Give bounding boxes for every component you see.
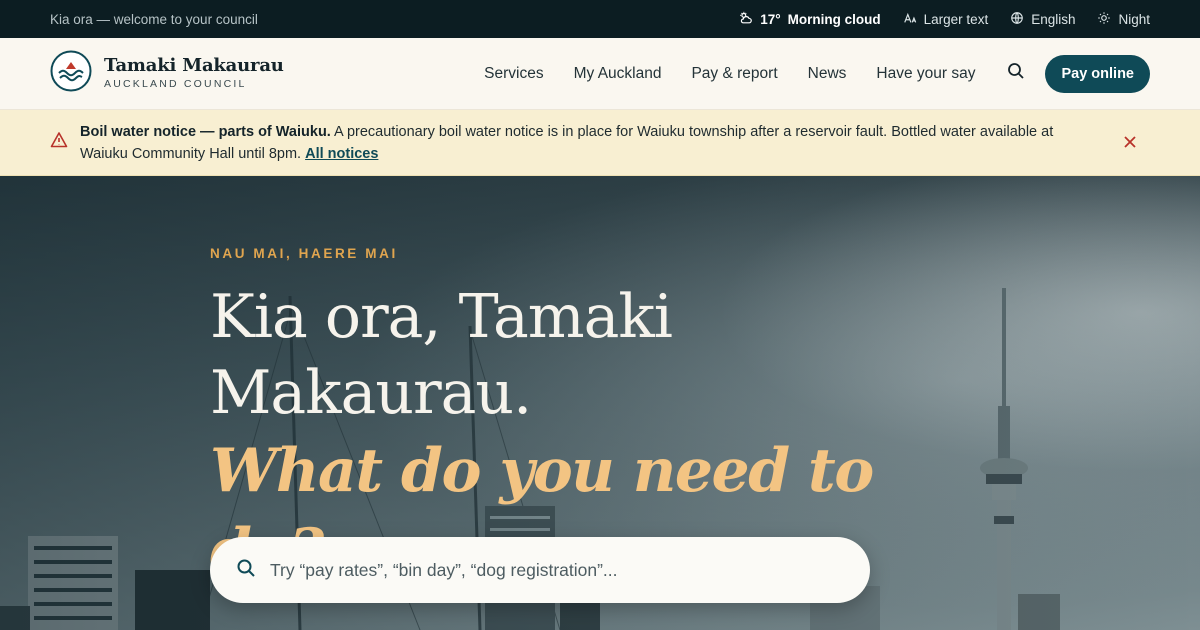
hero-search-box[interactable] [210,537,870,603]
brand-home-link[interactable]: Tamaki Makaurau AUCKLAND COUNCIL [50,50,284,97]
warning-icon [50,131,80,154]
larger-text-label: Larger text [923,11,989,27]
header-search-button[interactable] [1005,63,1027,85]
nav-news[interactable]: News [808,65,847,83]
globe-icon [1010,11,1024,28]
alert-text: Boil water notice — parts of Waiuku. A p… [80,121,1090,165]
language-selector[interactable]: English [1010,11,1075,28]
all-notices-link[interactable]: All notices [305,146,378,162]
sun-icon [1097,11,1111,28]
search-icon [1007,62,1025,85]
hero-eyebrow: NAU MAI, HAERE MAI [210,246,398,261]
weather-description: Morning cloud [787,11,881,27]
alert-banner: Boil water notice — parts of Waiuku. A p… [0,110,1200,176]
welcome-text: Kia ora — welcome to your council [50,11,258,27]
alert-title: Boil water notice — parts of Waiuku. [80,123,331,140]
main-navigation: Services My Auckland Pay & report News H… [484,65,975,83]
pay-online-button[interactable]: Pay online [1045,54,1150,93]
nav-pay-report[interactable]: Pay & report [691,65,777,83]
utility-controls: 17° Morning cloud Larger text English Ni… [739,11,1150,28]
search-icon [236,558,270,583]
cloud-sun-icon [739,11,753,28]
nav-have-your-say[interactable]: Have your say [876,65,975,83]
weather-widget: 17° Morning cloud [739,11,881,28]
night-mode-toggle[interactable]: Night [1097,11,1150,28]
close-icon[interactable] [1122,134,1138,150]
text-size-icon [903,11,917,28]
hero-search-input[interactable] [270,559,830,581]
brand-name: Tamaki Makaurau [104,54,284,76]
hero-heading-line2: Makaurau. [210,358,532,428]
hero-heading: Kia ora, Tamaki Makaurau. [210,279,970,431]
night-mode-label: Night [1118,11,1150,27]
utility-bar: Kia ora — welcome to your council 17° Mo… [0,0,1200,38]
nav-services[interactable]: Services [484,65,543,83]
site-header: Tamaki Makaurau AUCKLAND COUNCIL Service… [0,38,1200,110]
weather-temperature: 17° [760,11,781,27]
nav-my-auckland[interactable]: My Auckland [574,65,662,83]
hero-section: NAU MAI, HAERE MAI Kia ora, Tamaki Makau… [0,176,1200,630]
hero-heading-line1: Kia ora, Tamaki [210,282,673,352]
language-label: English [1031,11,1076,27]
brand-subtitle: AUCKLAND COUNCIL [104,78,247,91]
larger-text-toggle[interactable]: Larger text [903,11,989,28]
council-logo-icon [50,50,92,97]
